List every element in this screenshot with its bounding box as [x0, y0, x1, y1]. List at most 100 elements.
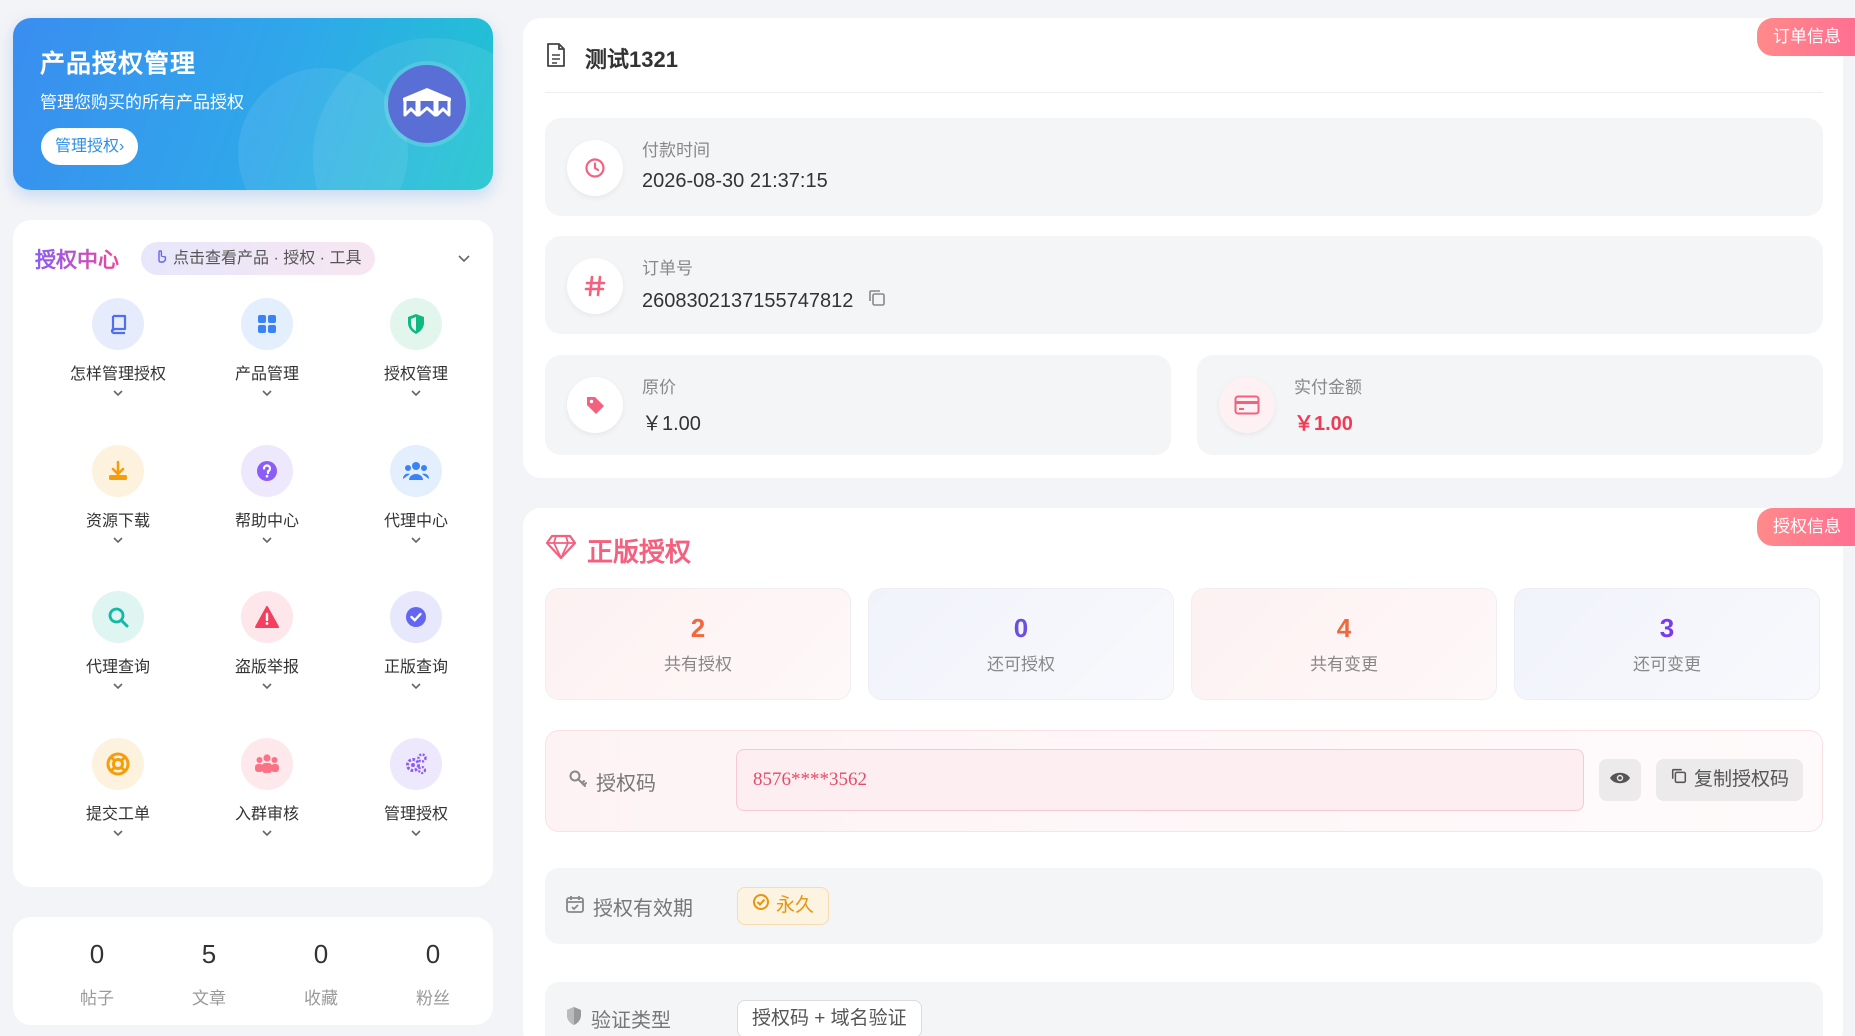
auth-center-item-label: 入群审核	[234, 806, 299, 823]
auth-center-card: 授权中心 点击查看产品 · 授权 · 工具 怎样管理授权 产品管理 授权管理资源下载…	[13, 220, 493, 887]
copy-icon[interactable]	[867, 288, 887, 314]
auth-center-item[interactable]: 正版查询	[341, 591, 491, 693]
auth-center-item[interactable]: 提交工单	[43, 738, 193, 840]
auth-center-title: 授权中心	[35, 244, 119, 274]
auth-center-item-label: 提交工单	[85, 806, 150, 823]
chevron-down-icon[interactable]	[341, 679, 491, 693]
order-no-value-wrap: 2608302137155747812	[642, 288, 887, 314]
manage-license-button[interactable]: 管理授权›	[41, 128, 139, 165]
chevron-down-icon[interactable]	[43, 826, 193, 840]
stat-label: 文章	[192, 989, 226, 1008]
chevron-down-icon[interactable]	[192, 826, 342, 840]
stat-followers[interactable]: 0 粉丝	[377, 939, 489, 1009]
hero-subtitle: 管理您购买的所有产品授权	[40, 93, 244, 112]
chevron-down-icon[interactable]	[43, 679, 193, 693]
copy-license-code-label: 复制授权码	[1694, 769, 1790, 790]
hero-banner: 产品授权管理 管理您购买的所有产品授权 管理授权›	[13, 18, 493, 190]
stat-articles[interactable]: 5 文章	[153, 939, 265, 1009]
auth-center-item-label: 帮助中心	[234, 513, 299, 530]
count-label: 共有变更	[1310, 655, 1378, 674]
order-no-row: 订单号 2608302137155747812	[545, 236, 1823, 334]
license-header: 正版授权	[545, 532, 691, 569]
order-info-ribbon: 订单信息	[1757, 18, 1855, 56]
order-no-value: 2608302137155747812	[642, 289, 854, 312]
count-label: 还可变更	[1633, 655, 1701, 674]
group-icon	[241, 738, 293, 790]
search-icon	[92, 591, 144, 643]
auth-center-item[interactable]: 代理中心	[341, 445, 491, 547]
verify-type-row: 验证类型 授权码 + 域名验证	[545, 982, 1823, 1036]
validity-row: 授权有效期 永久	[545, 868, 1823, 944]
remaining-licenses-box: 0 还可授权	[868, 588, 1174, 700]
stat-value: 5	[201, 939, 217, 969]
key-icon	[568, 769, 588, 795]
auth-center-item[interactable]: 管理授权	[341, 738, 491, 840]
auth-center-item[interactable]: 盗版举报	[192, 591, 342, 693]
stat-value: 0	[89, 939, 105, 969]
auth-center-item-label: 正版查询	[383, 659, 448, 676]
total-changes-box: 4 共有变更	[1191, 588, 1497, 700]
stat-favorites[interactable]: 0 收藏	[265, 939, 377, 1009]
stat-label: 粉丝	[416, 989, 450, 1008]
check-circle-icon	[752, 888, 770, 924]
orig-price-value: ￥1.00	[642, 413, 701, 435]
chevron-down-icon[interactable]	[43, 533, 193, 547]
cogs-icon	[390, 738, 442, 790]
license-code-field[interactable]: 8576****3562	[736, 749, 1584, 811]
copy-icon	[1670, 759, 1688, 801]
auth-center-item-label: 资源下载	[85, 513, 150, 530]
auth-center-item[interactable]: 怎样管理授权	[43, 298, 193, 400]
collapse-chevron-icon[interactable]	[456, 250, 472, 271]
license-code-label-wrap: 授权码	[568, 767, 656, 796]
auth-center-item-label: 管理授权	[383, 806, 448, 823]
shield-icon	[390, 298, 442, 350]
hash-icon	[567, 258, 623, 314]
divider	[545, 92, 1823, 93]
users-icon	[390, 445, 442, 497]
show-code-button[interactable]	[1599, 759, 1641, 801]
user-stats-card: 0 帖子 5 文章 0 收藏 0 粉丝	[13, 917, 493, 1025]
auth-center-item-label: 产品管理	[234, 366, 299, 383]
orig-price-label: 原价	[642, 378, 676, 397]
download-icon	[92, 445, 144, 497]
license-code-box: 授权码 8576****3562 复制授权码	[545, 730, 1823, 832]
license-info-card: 授权信息 正版授权 2 共有授权 0 还可授权 4 共有变更 3 还可变更 授权…	[523, 508, 1855, 1036]
count-label: 共有授权	[664, 655, 732, 674]
verify-type-value: 授权码 + 域名验证	[737, 1000, 922, 1036]
warning-icon	[241, 591, 293, 643]
auth-center-item[interactable]: 资源下载	[43, 445, 193, 547]
clock-icon	[567, 140, 623, 196]
license-info-ribbon: 授权信息	[1757, 508, 1855, 546]
check-circle-icon	[390, 591, 442, 643]
chevron-down-icon[interactable]	[341, 533, 491, 547]
grid-icon	[241, 298, 293, 350]
paid-amount-label: 实付金额	[1294, 378, 1362, 397]
pointer-icon	[153, 242, 169, 275]
calendar-icon	[565, 894, 585, 920]
chevron-down-icon[interactable]	[43, 386, 193, 400]
auth-center-hint[interactable]: 点击查看产品 · 授权 · 工具	[141, 242, 376, 275]
auth-center-item[interactable]: 产品管理	[192, 298, 342, 400]
stat-label: 收藏	[304, 989, 338, 1008]
auth-center-item-label: 怎样管理授权	[69, 366, 166, 383]
chevron-down-icon[interactable]	[192, 533, 342, 547]
chevron-down-icon[interactable]	[341, 386, 491, 400]
chevron-down-icon[interactable]	[192, 386, 342, 400]
auth-center-item[interactable]: 授权管理	[341, 298, 491, 400]
chevron-down-icon[interactable]	[341, 826, 491, 840]
total-licenses-box: 2 共有授权	[545, 588, 851, 700]
license-code-label: 授权码	[596, 773, 656, 795]
stat-value: 0	[313, 939, 329, 969]
stat-posts[interactable]: 0 帖子	[41, 939, 153, 1009]
auth-center-item-label: 代理查询	[85, 659, 150, 676]
pay-time-label: 付款时间	[642, 141, 710, 160]
product-title: 测试1321	[585, 47, 678, 72]
auth-center-item-label: 代理中心	[383, 513, 448, 530]
auth-center-item[interactable]: 代理查询	[43, 591, 193, 693]
count-value: 2	[690, 613, 706, 643]
auth-center-item[interactable]: 入群审核	[192, 738, 342, 840]
copy-license-code-button[interactable]: 复制授权码	[1656, 759, 1804, 801]
auth-center-item[interactable]: 帮助中心	[192, 445, 342, 547]
remaining-changes-box: 3 还可变更	[1514, 588, 1820, 700]
chevron-down-icon[interactable]	[192, 679, 342, 693]
